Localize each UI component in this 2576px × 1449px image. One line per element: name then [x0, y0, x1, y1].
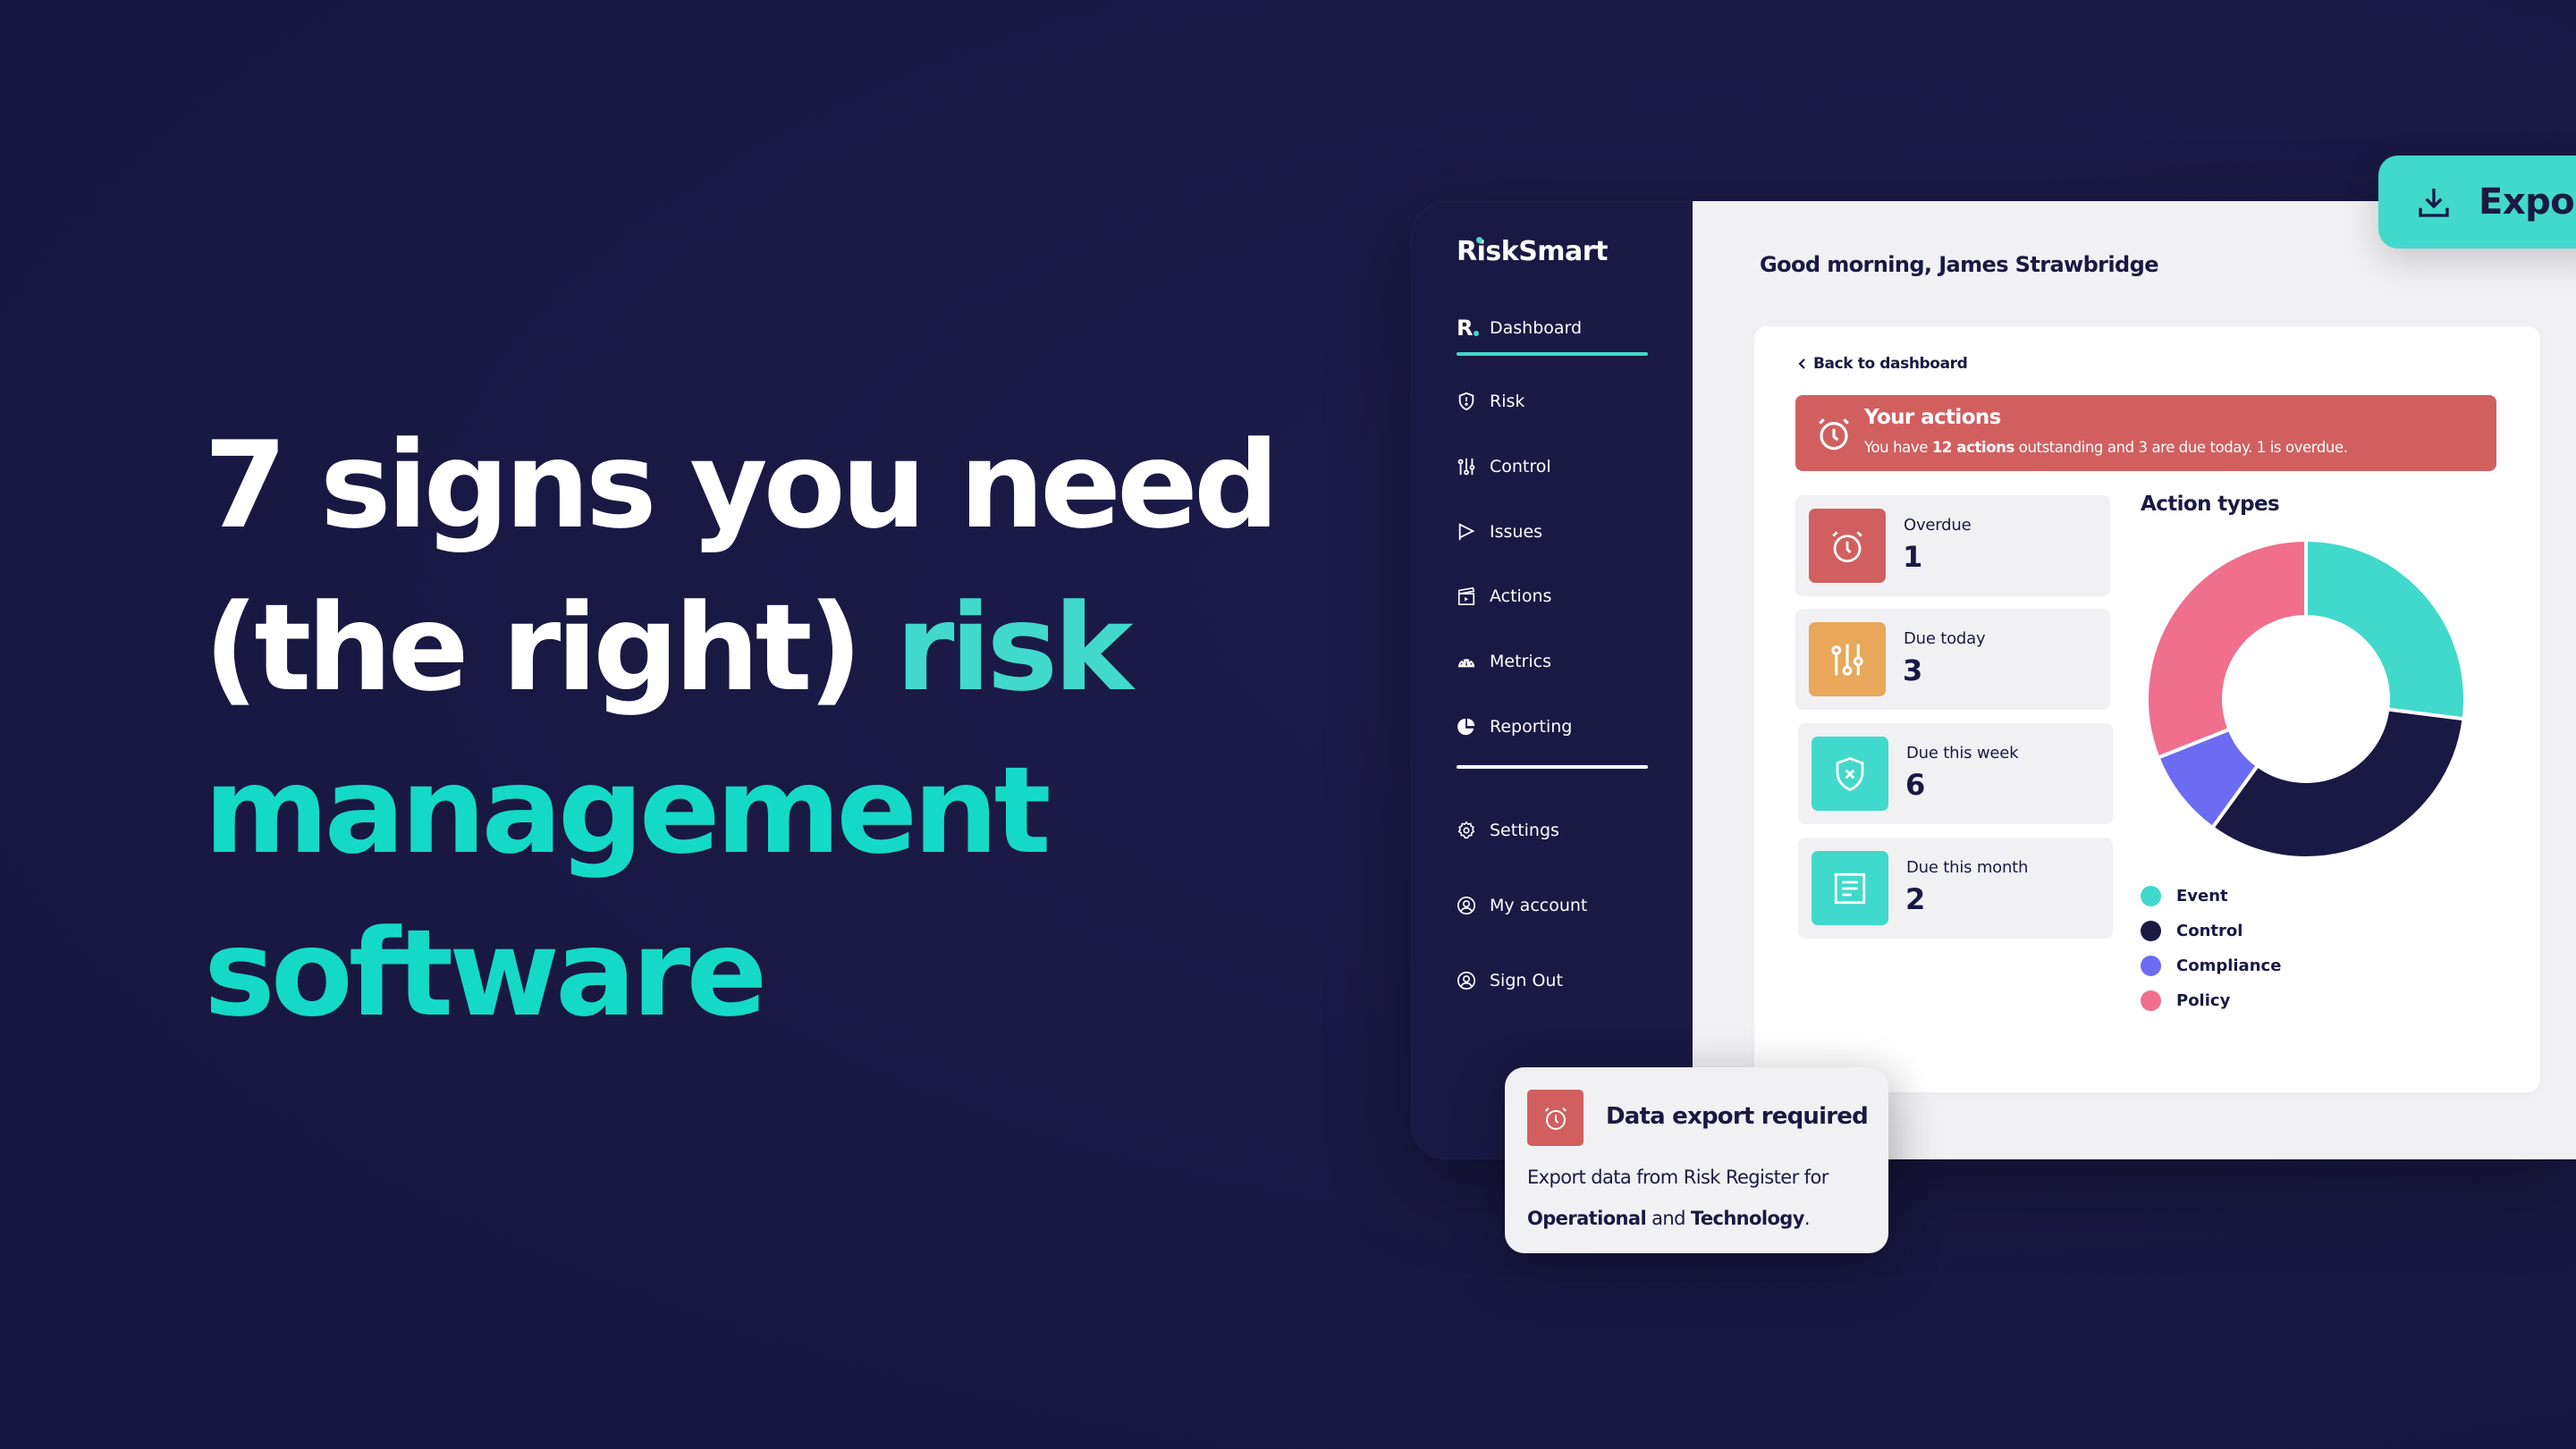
donut-slice-control[interactable] — [2209, 707, 2466, 860]
sidebar-item-sign-out[interactable]: Sign Out — [1457, 971, 1563, 990]
sidebar-item-risk[interactable]: Risk — [1457, 392, 1524, 411]
sliders-icon — [1809, 622, 1886, 696]
stat-value: 3 — [1903, 653, 1923, 687]
pie-chart-icon — [1457, 717, 1476, 737]
shield-alert-icon — [1457, 392, 1476, 411]
donut-slice-event[interactable] — [2304, 537, 2467, 721]
headline-line-4: software — [204, 904, 767, 1043]
chevron-left-icon — [1798, 358, 1805, 369]
banner-title: Your actions — [1864, 406, 2001, 429]
sidebar-item-label: Risk — [1490, 392, 1525, 411]
stat-value: 1 — [1903, 540, 1923, 574]
export-button-label: Export — [2479, 181, 2576, 223]
legend-label: Event — [2176, 887, 2228, 906]
alarm-clock-icon — [1527, 1090, 1584, 1146]
main-content: Good morning, James Strawbridge Back to … — [1693, 201, 2576, 1159]
stat-value: 6 — [1905, 768, 1926, 802]
export-button[interactable]: Export — [2378, 156, 2576, 249]
toast-operational: Operational — [1527, 1208, 1647, 1229]
headline-line-3: management — [204, 741, 1052, 880]
legend-label: Control — [2176, 922, 2243, 940]
sidebar-item-my-account[interactable]: My account — [1457, 896, 1587, 915]
sidebar-item-label: Actions — [1490, 586, 1552, 606]
stat-card-due-this-week[interactable]: Due this week 6 — [1798, 723, 2113, 824]
toast-technology: Technology — [1690, 1208, 1805, 1229]
headline: 7 signs you need (the right) risk manage… — [204, 404, 1366, 1055]
sidebar-item-label: Dashboard — [1490, 318, 1583, 338]
document-icon — [1812, 851, 1888, 925]
stat-label: Due this week — [1906, 744, 2019, 762]
stat-value: 2 — [1905, 882, 1926, 916]
chart-legend: Event Control Compliance Policy — [2141, 879, 2281, 1018]
sidebar-item-metrics[interactable]: Metrics — [1457, 652, 1551, 671]
sidebar-item-control[interactable]: Control — [1457, 457, 1551, 476]
sidebar-item-label: Metrics — [1490, 652, 1551, 671]
stat-label: Overdue — [1904, 516, 1972, 535]
gear-icon — [1457, 821, 1476, 840]
sidebar-item-reporting[interactable]: Reporting — [1457, 717, 1572, 737]
legend-item-policy[interactable]: Policy — [2141, 983, 2281, 1018]
your-actions-banner: Your actions You have 12 actions outstan… — [1795, 395, 2496, 471]
user-circle-icon — [1457, 971, 1476, 990]
legend-swatch — [2141, 886, 2161, 906]
sidebar-item-dashboard[interactable]: R Dashboard — [1457, 316, 1582, 341]
legend-item-compliance[interactable]: Compliance — [2141, 948, 2281, 983]
stat-label: Due today — [1904, 629, 1986, 648]
user-circle-icon — [1457, 896, 1476, 915]
shield-x-icon — [1812, 737, 1888, 811]
back-to-dashboard-link[interactable]: Back to dashboard — [1797, 355, 1968, 373]
actions-card: Back to dashboard Your actions You have … — [1754, 326, 2540, 1092]
sidebar-item-label: Settings — [1490, 821, 1559, 840]
sliders-icon — [1457, 457, 1476, 476]
action-types-donut-chart — [2145, 537, 2467, 860]
stat-card-due-this-month[interactable]: Due this month 2 — [1798, 838, 2113, 939]
actions-count: 12 actions — [1931, 439, 2014, 456]
alarm-clock-icon — [1819, 418, 1849, 451]
headline-line-2: (the right) — [204, 578, 896, 718]
legend-item-event[interactable]: Event — [2141, 879, 2281, 914]
chart-title: Action types — [2141, 493, 2280, 516]
active-underline — [1457, 352, 1648, 356]
sidebar-item-actions[interactable]: Actions — [1457, 586, 1551, 606]
headline-accent-risk: risk — [895, 578, 1134, 718]
legend-swatch — [2141, 990, 2161, 1011]
back-link-label: Back to dashboard — [1813, 355, 1968, 373]
legend-label: Compliance — [2176, 956, 2282, 975]
stat-card-due-today[interactable]: Due today 3 — [1795, 609, 2110, 710]
sidebar-item-label: Sign Out — [1490, 971, 1563, 990]
sidebar-item-label: Control — [1490, 457, 1551, 476]
banner-text: You have 12 actions outstanding and 3 ar… — [1864, 439, 2348, 456]
clapperboard-icon — [1457, 586, 1476, 606]
legend-swatch — [2141, 921, 2161, 941]
sidebar-item-issues[interactable]: Issues — [1457, 522, 1542, 542]
sidebar-divider — [1457, 765, 1648, 769]
sidebar-item-label: Issues — [1490, 522, 1543, 542]
sidebar-item-label: Reporting — [1490, 717, 1573, 737]
logo-dot — [1476, 237, 1482, 243]
data-export-toast[interactable]: Data export required Export data from Ri… — [1505, 1067, 1888, 1253]
flag-icon — [1457, 522, 1476, 542]
legend-item-control[interactable]: Control — [2141, 914, 2281, 948]
headline-line-1: 7 signs you need — [204, 416, 1280, 555]
stat-card-overdue[interactable]: Overdue 1 — [1795, 495, 2110, 596]
gauge-icon — [1457, 652, 1476, 671]
greeting: Good morning, James Strawbridge — [1760, 252, 2158, 277]
r-logo-icon: R — [1457, 316, 1479, 341]
legend-swatch — [2141, 956, 2161, 976]
stat-label: Due this month — [1906, 858, 2029, 877]
download-icon — [2419, 189, 2449, 217]
risksmart-logo[interactable]: RiskSmart — [1457, 236, 1608, 267]
sidebar-item-settings[interactable]: Settings — [1457, 821, 1559, 840]
legend-label: Policy — [2176, 991, 2231, 1010]
alarm-clock-icon — [1809, 509, 1886, 583]
donut-slice-policy[interactable] — [2145, 537, 2308, 761]
toast-body: Export data from Risk Register for Opera… — [1527, 1167, 1829, 1229]
toast-title: Data export required — [1606, 1103, 1869, 1130]
sidebar-item-label: My account — [1490, 896, 1588, 915]
sidebar: RiskSmart R Dashboard Risk Control Issue… — [1411, 201, 1693, 1159]
